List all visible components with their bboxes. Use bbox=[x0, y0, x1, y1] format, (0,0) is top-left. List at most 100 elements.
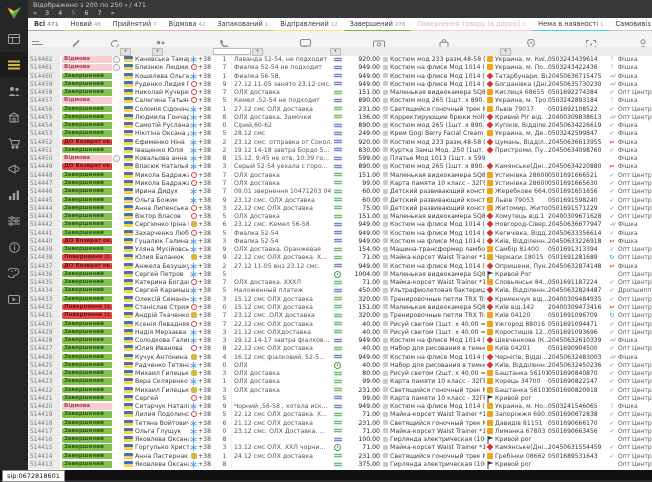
tracking-number[interactable]: 0501690666170 bbox=[548, 420, 606, 428]
product-cell[interactable]: Карта памяти 10 класс - 32Гб *1... bbox=[383, 180, 485, 188]
tab-Відправлений[interactable]: Відправлений12 bbox=[274, 18, 343, 31]
comment[interactable]: 27.12 11-05 внз 23.12 смс. bbox=[232, 263, 332, 271]
tracking-number[interactable]: 0503243422436 bbox=[548, 64, 606, 72]
tracking-number[interactable]: 20450633356614 bbox=[548, 230, 606, 238]
flag-filter-dropdown[interactable]: ▾ bbox=[152, 48, 163, 56]
tracking-number[interactable]: 0501691313394 bbox=[548, 246, 606, 254]
tab-Новий[interactable]: Новий48 bbox=[64, 18, 106, 31]
phone-prefix[interactable]: +38 bbox=[198, 296, 218, 304]
order-row[interactable]: 514423ЗавершенийВера Скляренко+381ОЛХ до… bbox=[28, 378, 652, 386]
order-row[interactable]: 514418ЗавершенийТетяна Войтович+38621.12… bbox=[28, 420, 652, 428]
customer-name[interactable]: Сергей Карамышев bbox=[135, 287, 189, 295]
product-cell[interactable]: Светящийся гоночный трек Ма... bbox=[383, 420, 485, 428]
customer-name[interactable]: Ольга Божик bbox=[135, 197, 189, 205]
tracking-number[interactable] bbox=[548, 155, 606, 163]
comment[interactable]: Кемел ,52-54 не подходит bbox=[232, 97, 332, 105]
order-row[interactable]: 514421ЗавершенийСергей+38599.00Карта пам… bbox=[28, 395, 652, 403]
phone-prefix[interactable]: +38 bbox=[198, 387, 218, 395]
phone-prefix[interactable]: +38 bbox=[198, 411, 218, 419]
marketing-icon[interactable] bbox=[0, 156, 28, 182]
order-row[interactable]: 514434ЗавершенийСергей Карамышев+385Нало… bbox=[28, 287, 652, 295]
phone-prefix[interactable]: +38 bbox=[198, 172, 218, 180]
customer-name[interactable]: Андрій Ткаченко bbox=[135, 312, 189, 320]
phone-prefix[interactable]: +38 bbox=[198, 139, 218, 147]
tracking-number[interactable]: 20450636677947 bbox=[548, 221, 606, 229]
comment[interactable]: 19.12 14-18 завтра Бордо 5... bbox=[232, 147, 332, 155]
customer-name[interactable]: Микола Бадражан bbox=[135, 180, 189, 188]
customer-name[interactable]: Кошелева Ольга Ар... bbox=[135, 73, 189, 81]
customer-name[interactable]: Ситарчук Наталія Гр... bbox=[135, 403, 189, 411]
phone-prefix[interactable]: +38 bbox=[198, 403, 218, 411]
order-row[interactable]: 514450ВідмоваiКовальова анна+38815.12. 9… bbox=[28, 155, 652, 163]
customer-name[interactable]: Ольга Глущук bbox=[135, 428, 189, 436]
phone-prefix[interactable]: +38 bbox=[198, 197, 218, 205]
comment[interactable]: 15.12 смс ОЛХ доставка bbox=[232, 296, 332, 304]
tracking-number[interactable]: 0503243439614 bbox=[548, 56, 606, 64]
product-cell[interactable]: Карта памяти 10 класс - 32Гб *1... bbox=[383, 395, 485, 403]
customer-name[interactable]: Сергей bbox=[135, 395, 189, 403]
customer-name[interactable]: Гуцалюк Галина bbox=[135, 238, 189, 246]
customer-name[interactable]: Яковлева Оксана bbox=[135, 461, 189, 469]
customer-name[interactable]: Каневська Тамара ... bbox=[135, 56, 189, 64]
phone-prefix[interactable]: +38 bbox=[198, 453, 218, 461]
tracking-number[interactable]: 0503242599847 bbox=[548, 130, 606, 138]
phone-prefix[interactable]: +38 bbox=[198, 238, 218, 246]
order-row[interactable]: 514453ЗавершенийНікітіна Оксана Дми...+3… bbox=[28, 130, 652, 138]
customer-name[interactable]: Самотій Руслана Во... bbox=[135, 122, 189, 130]
tracking-number[interactable]: 20450632874148 bbox=[548, 263, 606, 271]
order-row[interactable]: 514449ДО Возврат ок..Власюк Наталья+383С… bbox=[28, 163, 652, 171]
tracking-number[interactable]: 0501691598240 bbox=[548, 197, 606, 205]
product-cell[interactable]: Маленькая видеокамера SQ8 *... bbox=[383, 304, 485, 312]
phone-prefix[interactable]: +38 bbox=[198, 337, 218, 345]
order-row[interactable]: 514415ЗавершенийГоргулько Христина...+38… bbox=[28, 444, 652, 452]
order-row[interactable]: 514437ДО Возврат ок..Анжела Безушку+3822… bbox=[28, 263, 652, 271]
product-cell[interactable]: Светящийся гоночный трек Ма... bbox=[383, 453, 485, 461]
product-cell[interactable]: Платье Мод 1013 (1шт. х 599.00... bbox=[383, 155, 485, 163]
comment[interactable]: Фиалка 52-54 не подходит bbox=[232, 64, 332, 72]
product-cell[interactable]: Светящийся гоночный трек Ма... bbox=[383, 387, 485, 395]
customer-name[interactable]: Віктор Власов bbox=[135, 213, 189, 221]
tracking-number[interactable]: 20400309484935 bbox=[548, 296, 606, 304]
tracking-number[interactable]: 0501691665630 bbox=[548, 180, 606, 188]
order-row[interactable]: 514426ЗавершенийКучук Антонина+38416.12 … bbox=[28, 354, 652, 362]
tracking-number[interactable]: 0503241546065 bbox=[548, 403, 606, 411]
product-cell[interactable]: Костюм на флисе Мод 1014 (1ш... bbox=[383, 354, 485, 362]
tracking-number[interactable]: 20400309473416 bbox=[548, 304, 606, 312]
product-cell[interactable]: Набор для рисования в темнот... bbox=[383, 362, 485, 370]
tracking-number[interactable]: 0501691571229 bbox=[548, 205, 606, 213]
sip-call-box[interactable]: sip:0672818601 bbox=[2, 470, 65, 482]
product-cell[interactable]: Набор для рисования в темнот... bbox=[383, 345, 485, 353]
comment[interactable]: ОЛХ доставка bbox=[232, 370, 332, 378]
tracking-number[interactable]: 0501690820918 bbox=[548, 387, 606, 395]
customer-name[interactable]: Салегина Татьяна С... bbox=[135, 97, 189, 105]
order-row[interactable]: 514430ЗавершенийКсенія Левадняя+38722.12… bbox=[28, 321, 652, 329]
comment[interactable]: 23.12 смс. отправка от Сокол... bbox=[232, 139, 332, 147]
order-row[interactable]: 514452ДО Возврат ок..Єфименко Ніна+38223… bbox=[28, 139, 652, 147]
comment[interactable]: ОЛХ доставка. ХХХЛ bbox=[232, 279, 332, 287]
comment[interactable]: ОЛХ доставка bbox=[232, 378, 332, 386]
phone-prefix[interactable]: +38 bbox=[198, 345, 218, 353]
phone-prefix[interactable]: +38 bbox=[198, 254, 218, 262]
customer-name[interactable]: Захарченко Люба bbox=[135, 230, 189, 238]
order-row[interactable]: 514445ЗавершенийОльга Божик+38923.12 смс… bbox=[28, 197, 652, 205]
comment[interactable]: 15.12. 9:45 не отв, 10:39 го... bbox=[232, 155, 332, 163]
tracking-number[interactable]: 0503242893184 bbox=[548, 97, 606, 105]
phone-prefix[interactable]: +38 bbox=[198, 378, 218, 386]
tab-Повернення товару (в дорозі)[interactable]: Повернення товару (в дорозі)0 bbox=[411, 18, 532, 31]
customer-name[interactable]: Нікітіна Оксана Дми... bbox=[135, 130, 189, 138]
product-cell[interactable]: Гирлянда электрическая (100 л... bbox=[383, 436, 485, 444]
video-icon[interactable] bbox=[0, 286, 28, 312]
tracking-number[interactable]: 0501691094471 bbox=[548, 321, 606, 329]
customer-name[interactable]: Горгулько Христина... bbox=[135, 444, 189, 452]
phone-prefix[interactable]: +38 bbox=[198, 370, 218, 378]
comment[interactable]: ОЛХ bbox=[232, 362, 332, 370]
tracking-number[interactable]: 20450632610339 bbox=[548, 337, 606, 345]
comment[interactable]: 23.12 смс. ОЛХ Доставка. ... bbox=[232, 428, 332, 436]
phone-prefix[interactable]: +38 bbox=[198, 64, 218, 72]
order-row[interactable]: 514416ЗавершенийЯковлева Оксана+388100.0… bbox=[28, 436, 652, 444]
order-row[interactable]: 514458ЗавершенийНиколай Кучеренко+387ОЛХ… bbox=[28, 89, 652, 97]
comment[interactable]: 23.12 смс .ОЛХ доставка bbox=[232, 312, 332, 320]
page-button-3[interactable]: 3 bbox=[45, 9, 49, 17]
customer-name[interactable]: Соломія Сідоніна bbox=[135, 106, 189, 114]
product-cell[interactable]: Костюм мод 233 разм,48-58 (1... bbox=[383, 139, 485, 147]
